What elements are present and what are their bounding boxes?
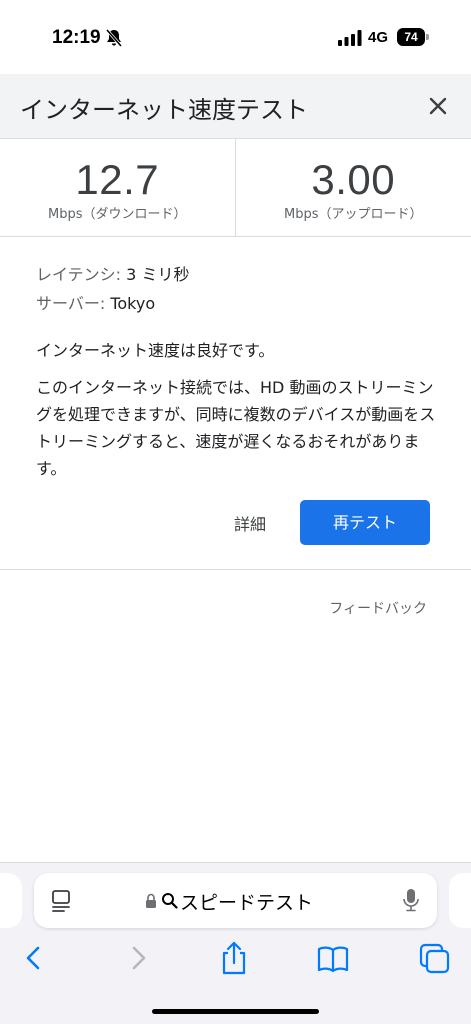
download-result: 12.7 Mbps（ダウンロード）	[0, 139, 236, 236]
previous-tab-peek[interactable]	[0, 873, 22, 928]
battery-level: 74	[397, 28, 425, 46]
result-description: このインターネット接続では、HD 動画のストリーミングを処理できますが、同時に複…	[36, 378, 436, 478]
server-label: サーバー:	[36, 294, 106, 313]
feedback-link[interactable]: フィードバック	[329, 598, 427, 618]
result-summary: インターネット速度は良好です。	[36, 341, 275, 360]
lock-icon	[146, 893, 156, 908]
status-bar: 12:19 4G 74	[0, 0, 471, 74]
battery-icon: 74	[397, 28, 429, 46]
forward-icon[interactable]	[120, 940, 154, 976]
tabs-icon[interactable]	[417, 940, 451, 976]
address-bar[interactable]: スピードテスト	[34, 873, 437, 928]
next-tab-peek[interactable]	[449, 873, 471, 928]
latency-value: 3 ミリ秒	[126, 265, 190, 284]
bell-off-icon	[105, 29, 123, 47]
download-speed-value: 12.7	[75, 156, 160, 203]
server-line: サーバー: Tokyo	[36, 290, 155, 314]
share-icon[interactable]	[217, 940, 251, 976]
back-icon[interactable]	[18, 940, 52, 976]
latency-label: レイテンシ:	[36, 265, 122, 284]
network-type: 4G	[368, 29, 389, 46]
status-time: 12:19	[52, 27, 101, 48]
bookmarks-icon[interactable]	[316, 940, 350, 976]
server-value: Tokyo	[110, 294, 156, 313]
speedtest-header: インターネット速度テスト	[0, 74, 471, 139]
close-icon[interactable]	[423, 91, 453, 121]
upload-speed-value: 3.00	[311, 156, 396, 203]
download-speed-unit: Mbps（ダウンロード）	[48, 207, 187, 222]
details-button[interactable]: 詳細	[234, 511, 266, 535]
upload-result: 3.00 Mbps（アップロード）	[236, 139, 471, 236]
result-details: レイテンシ: 3 ミリ秒 サーバー: Tokyo インターネット速度は良好です。…	[0, 237, 471, 570]
page-menu-icon[interactable]	[50, 889, 72, 913]
page-title: インターネット速度テスト	[20, 96, 308, 124]
home-indicator	[152, 1009, 319, 1014]
retest-button[interactable]: 再テスト	[300, 500, 430, 545]
upload-speed-unit: Mbps（アップロード）	[284, 207, 423, 222]
speed-results: 12.7 Mbps（ダウンロード） 3.00 Mbps（アップロード）	[0, 139, 471, 237]
address-text: スピードテスト	[180, 892, 314, 914]
cellular-signal-icon	[338, 30, 362, 46]
search-icon	[162, 893, 178, 909]
microphone-icon[interactable]	[403, 888, 419, 912]
latency-line: レイテンシ: 3 ミリ秒	[36, 261, 189, 285]
